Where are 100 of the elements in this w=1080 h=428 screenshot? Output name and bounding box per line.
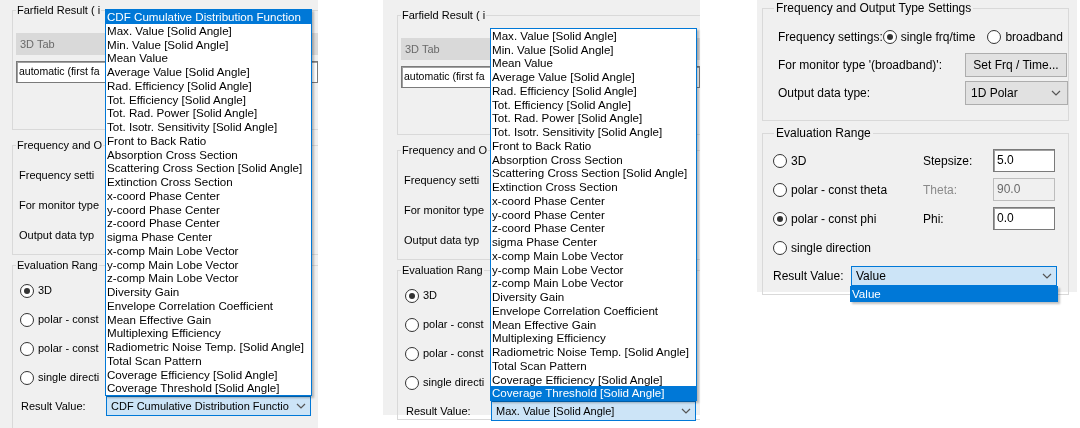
dropdown-item[interactable]: x-coord Phase Center: [106, 188, 311, 203]
radio-button[interactable]: [773, 153, 787, 168]
dropdown-item[interactable]: Max. Value [Solid Angle]: [491, 28, 696, 43]
dropdown-item[interactable]: Tot. Efficiency [Solid Angle]: [106, 92, 311, 107]
radio-button[interactable]: [405, 317, 419, 332]
dropdown-item[interactable]: z-comp Main Lobe Vector: [106, 271, 311, 285]
dropdown-item[interactable]: Min. Value [Solid Angle]: [106, 37, 311, 52]
dropdown-item[interactable]: Front to Back Ratio: [491, 138, 696, 153]
group-title: Frequency and Output Type Settings: [774, 1, 974, 15]
radio-button[interactable]: [20, 283, 34, 298]
dropdown-item[interactable]: Total Scan Pattern: [106, 353, 311, 368]
radio-button[interactable]: [405, 288, 419, 303]
dropdown-item[interactable]: Mean Effective Gain: [491, 317, 696, 332]
dropdown-item[interactable]: Average Value [Solid Angle]: [106, 65, 311, 79]
radio-label[interactable]: single directi: [38, 369, 100, 386]
dropdown-item[interactable]: Coverage Efficiency [Solid Angle]: [491, 372, 696, 387]
dropdown-item[interactable]: Mean Value: [106, 51, 311, 65]
dropdown-item[interactable]: Scattering Cross Section [Solid Angle]: [491, 166, 696, 180]
radio-button[interactable]: [405, 346, 419, 361]
dropdown-item[interactable]: Mean Value: [491, 56, 696, 70]
radio-label[interactable]: polar - const theta: [791, 180, 888, 199]
dropdown-item[interactable]: Tot. Isotr. Sensitivity [Solid Angle]: [491, 125, 696, 139]
chevron-icon: [1051, 90, 1061, 96]
radio-label[interactable]: single frq/time: [900, 28, 976, 46]
dropdown-item[interactable]: Average Value [Solid Angle]: [491, 70, 696, 84]
radio-label[interactable]: polar - const: [38, 311, 99, 328]
dropdown-item[interactable]: Coverage Threshold [Solid Angle]: [106, 381, 311, 395]
group-title: Frequency and O: [16, 138, 103, 152]
output-type-combo-box[interactable]: 1D Polar: [965, 81, 1068, 105]
dropdown-item[interactable]: z-comp Main Lobe Vector: [491, 276, 696, 290]
radio-label[interactable]: single direction: [791, 238, 872, 257]
dropdown-item[interactable]: x-coord Phase Center: [491, 193, 696, 208]
dropdown-item[interactable]: Envelope Correlation Coefficient: [106, 298, 311, 313]
dropdown-item[interactable]: sigma Phase Center: [106, 230, 311, 244]
number-field[interactable]: 5.0: [993, 149, 1055, 172]
field-label: Output data typ: [404, 232, 480, 248]
radio-label[interactable]: single directi: [423, 374, 485, 391]
dropdown-item[interactable]: Multiplexing Efficiency: [106, 326, 311, 340]
dropdown-item[interactable]: y-coord Phase Center: [491, 207, 696, 222]
radio-label[interactable]: 3D: [423, 287, 438, 304]
dropdown-item[interactable]: Mean Effective Gain: [106, 312, 311, 327]
radio-button[interactable]: [773, 211, 787, 226]
dropdown-item[interactable]: Tot. Rad. Power [Solid Angle]: [491, 111, 696, 125]
radio-button[interactable]: [987, 30, 1002, 44]
radio-label[interactable]: broadband: [1005, 28, 1063, 46]
dropdown-item[interactable]: Absorption Cross Section: [106, 147, 311, 162]
dropdown-item[interactable]: y-comp Main Lobe Vector: [491, 262, 696, 277]
dropdown-item[interactable]: z-coord Phase Center: [491, 221, 696, 235]
field-label: Theta:: [923, 181, 958, 199]
group-title: Farfield Result ( i: [16, 3, 102, 17]
dropdown-item[interactable]: Max. Value [Solid Angle]: [106, 23, 311, 38]
number-field[interactable]: 0.0: [993, 207, 1055, 230]
result-combo-box[interactable]: Value: [851, 266, 1057, 286]
dropdown-item[interactable]: Diversity Gain: [491, 290, 696, 304]
dropdown-item[interactable]: Min. Value [Solid Angle]: [491, 42, 696, 57]
dropdown-item[interactable]: Rad. Efficiency [Solid Angle]: [106, 78, 311, 93]
radio-button[interactable]: [882, 30, 897, 44]
dropdown-item[interactable]: Diversity Gain: [106, 285, 311, 299]
radio-label[interactable]: 3D: [791, 151, 807, 170]
radio-button[interactable]: [773, 182, 787, 197]
dropdown-item[interactable]: Scattering Cross Section [Solid Angle]: [106, 161, 311, 175]
radio-label[interactable]: polar - const: [423, 345, 484, 362]
field-label: For monitor type: [19, 197, 100, 213]
dropdown-item[interactable]: x-comp Main Lobe Vector: [106, 243, 311, 258]
radio-label[interactable]: polar - const: [423, 316, 484, 333]
radio-label[interactable]: polar - const phi: [791, 209, 877, 228]
dropdown-item[interactable]: Tot. Efficiency [Solid Angle]: [491, 97, 696, 112]
dropdown-item[interactable]: Value: [851, 287, 1057, 301]
field-label: Stepsize:: [923, 152, 973, 170]
result-combo-box[interactable]: Max. Value [Solid Angle]: [491, 401, 696, 421]
dropdown-item[interactable]: sigma Phase Center: [491, 235, 696, 249]
dropdown-item[interactable]: Radiometric Noise Temp. [Solid Angle]: [491, 345, 696, 359]
radio-button[interactable]: [405, 375, 419, 390]
radio-button[interactable]: [20, 370, 34, 385]
dropdown-item[interactable]: Total Scan Pattern: [491, 358, 696, 373]
dropdown-item[interactable]: y-coord Phase Center: [106, 202, 311, 217]
set-frequency-button[interactable]: Set Frq / Time...: [965, 53, 1067, 77]
dropdown-item[interactable]: y-comp Main Lobe Vector: [106, 257, 311, 272]
dropdown-item[interactable]: CDF Cumulative Distribution Function: [106, 10, 311, 24]
dropdown-item[interactable]: z-coord Phase Center: [106, 216, 311, 230]
radio-label[interactable]: polar - const: [38, 340, 99, 357]
radio-button[interactable]: [20, 341, 34, 356]
radio-button[interactable]: [20, 312, 34, 327]
radio-label[interactable]: 3D: [38, 282, 53, 299]
dropdown-item[interactable]: Radiometric Noise Temp. [Solid Angle]: [106, 340, 311, 354]
dropdown-item[interactable]: Tot. Isotr. Sensitivity [Solid Angle]: [106, 120, 311, 134]
dropdown-item[interactable]: Envelope Correlation Coefficient: [491, 303, 696, 318]
dropdown-item[interactable]: Multiplexing Efficiency: [491, 331, 696, 345]
radio-button[interactable]: [773, 240, 787, 255]
dropdown-item[interactable]: Absorption Cross Section: [491, 152, 696, 167]
field-label: Result Value:: [21, 398, 87, 414]
dropdown-item[interactable]: x-comp Main Lobe Vector: [491, 248, 696, 263]
dropdown-item[interactable]: Extinction Cross Section: [106, 175, 311, 189]
dropdown-item[interactable]: Tot. Rad. Power [Solid Angle]: [106, 106, 311, 120]
dropdown-item[interactable]: Rad. Efficiency [Solid Angle]: [491, 83, 696, 98]
dropdown-item[interactable]: Extinction Cross Section: [491, 180, 696, 194]
result-combo-box[interactable]: CDF Cumulative Distribution Functio: [106, 396, 311, 416]
dropdown-item[interactable]: Coverage Threshold [Solid Angle]: [491, 386, 696, 400]
dropdown-item[interactable]: Front to Back Ratio: [106, 133, 311, 148]
dropdown-item[interactable]: Coverage Efficiency [Solid Angle]: [106, 367, 311, 382]
